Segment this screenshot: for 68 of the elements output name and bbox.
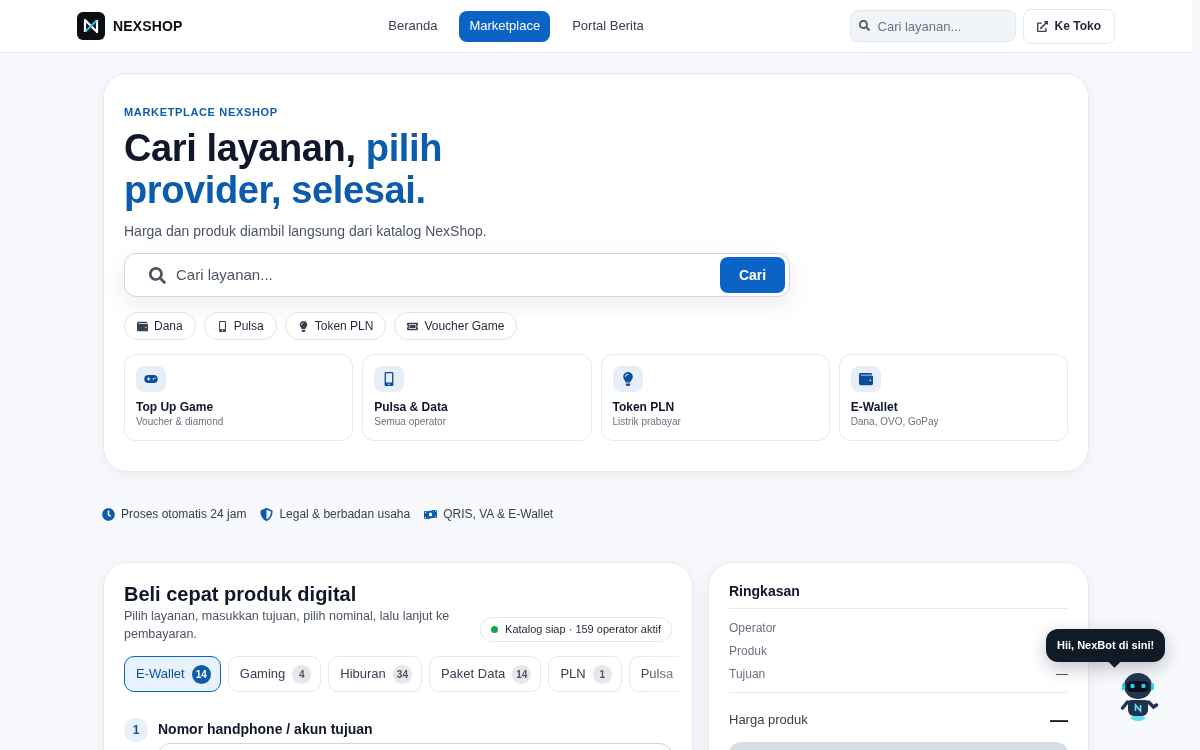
summary-label: Produk [729,642,768,660]
count-badge: 1 [592,664,612,684]
count-badge: 14 [512,664,532,684]
category-title: Token PLN [612,399,675,415]
summary-title: Ringkasan [729,582,800,601]
trust-label: Proses otomatis 24 jam [121,506,247,522]
price-value: — [1050,708,1068,732]
status-badge: Katalog siap · 159 operator aktif [480,617,672,642]
category-card[interactable]: Top Up Game Voucher & diamond [124,354,354,441]
category-title: Top Up Game [136,399,214,415]
nav-link[interactable]: Beranda [378,10,448,42]
clock-icon [102,507,115,521]
external-link-icon [1036,20,1048,32]
category-subtitle: Semua operator [374,415,446,429]
search-button[interactable]: Cari [720,257,785,293]
category-card[interactable]: E-Wallet Dana, OVO, GoPay [838,354,1068,441]
category-card[interactable]: Pulsa & Data Semua operator [362,354,592,441]
section-title: Beli cepat produk digital [124,582,357,607]
hero-search-field[interactable]: Cari layanan... Cari [124,253,790,297]
brand-name: NEXSHOP [113,16,183,36]
category-tab[interactable]: Hiburan 34 [328,656,422,692]
category-subtitle: Dana, OVO, GoPay [850,415,939,429]
category-subtitle: Voucher & diamond [136,415,224,429]
search-field[interactable]: Cari layanan... [849,10,1016,42]
gamepad-icon [136,366,166,392]
quick-chip[interactable]: Pulsa [203,312,277,340]
search-icon [149,266,166,284]
quick-chip[interactable]: Token PLN [284,312,387,340]
category-tab[interactable]: Pulsa [628,656,683,692]
nav-link[interactable]: Portal Berita [562,10,654,42]
trust-label: QRIS, VA & E-Wallet [443,506,554,522]
quick-chip[interactable]: Voucher Game [394,312,518,340]
phone-icon [374,366,405,392]
category-card[interactable]: Token PLN Listrik prabayar [600,354,830,441]
summary-label: Tujuan [729,665,766,683]
lightbulb-icon [297,320,309,332]
wallet-icon [137,320,148,332]
step-number: 1 [124,718,148,742]
count-badge: 14 [191,664,211,684]
logo-icon [77,12,105,40]
eyebrow-label: MARKETPLACE NEXSHOP [124,105,278,119]
hero-heading: Cari layanan, pilih provider, selesai. [124,127,443,211]
step-label: Nomor handphone / akun tujuan [158,720,373,738]
category-title: Pulsa & Data [374,399,448,415]
quick-chip[interactable]: Dana [124,312,196,340]
nav-link[interactable]: Marketplace [459,10,551,42]
count-badge: 4 [292,664,312,684]
wallet-icon [850,366,881,392]
trust-label: Legal & berbadan usaha [279,506,411,522]
category-tab[interactable]: PLN 1 [548,656,622,692]
summary-value: — [1056,665,1068,683]
banknote-icon [424,507,438,521]
category-tab[interactable]: E-Wallet 14 [124,656,221,692]
section-description: Pilih layanan, masukkan tujuan, pilih nominal, lalu lanjut ke pembayaran. [124,608,451,643]
lightbulb-icon [612,366,643,392]
category-subtitle: Listrik prabayar [612,415,681,429]
count-badge: 34 [392,664,412,684]
ticket-icon [407,320,419,332]
hero-subtitle: Harga dan produk diambil langsung dari katalog NexShop. [124,222,487,241]
store-button[interactable]: Ke Toko [1022,8,1115,44]
phone-icon [216,320,228,332]
category-tab[interactable]: Paket Data 14 [428,656,542,692]
category-title: E-Wallet [850,399,898,415]
summary-label: Operator [729,619,777,637]
shield-icon [260,507,274,521]
search-icon [858,20,870,31]
price-label: Harga produk [729,711,808,730]
category-tab[interactable]: Gaming 4 [227,656,322,692]
